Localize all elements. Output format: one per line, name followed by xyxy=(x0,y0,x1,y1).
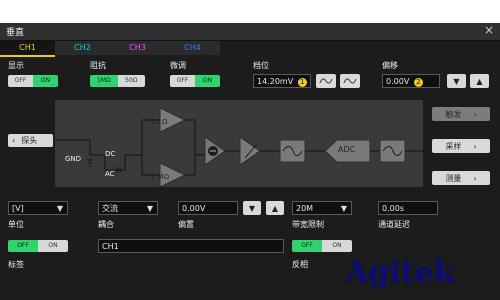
impedance-toggle[interactable]: 1MΩ 50Ω xyxy=(90,75,145,87)
probe-label: 探头 xyxy=(21,136,38,145)
wave-icon xyxy=(343,78,357,84)
tag-off: OFF xyxy=(8,240,38,252)
offset-marker: 2 xyxy=(413,78,423,87)
dc-label: DC xyxy=(105,150,116,158)
r50-label: 50 Ω xyxy=(151,118,168,126)
title-bar: 垂直 × xyxy=(0,23,500,41)
offset-down-button[interactable]: ▼ xyxy=(447,74,466,88)
chevron-right-icon: › xyxy=(473,141,477,151)
gnd-label: GND xyxy=(65,155,82,163)
coupling-label: 耦合 xyxy=(98,220,114,229)
wave-icon xyxy=(319,78,333,84)
tag-input[interactable]: CH1 xyxy=(98,239,284,253)
signal-path-diagram: GND DC AC 50 Ω 1 MΩ ADC xyxy=(55,100,423,188)
bias-label: 偏置 xyxy=(178,220,194,229)
chevron-right-icon: › xyxy=(473,109,477,119)
display-label: 显示 xyxy=(8,61,24,70)
measure-label: 测量 xyxy=(445,173,462,183)
ac-label: AC xyxy=(105,170,115,178)
tab-ch2[interactable]: CH2 xyxy=(55,41,110,55)
tab-ch4-label: CH4 xyxy=(184,43,201,52)
fine-toggle[interactable]: OFF ON xyxy=(170,75,220,87)
tag-label: 标签 xyxy=(8,260,24,269)
offset-value: 0.00V xyxy=(386,77,410,86)
brand-text: Agitek xyxy=(345,255,455,290)
probe-button[interactable]: ‹ 探头 xyxy=(8,134,53,147)
channel-tabs: CH1 CH2 CH3 CH4 xyxy=(0,41,220,57)
trigger-button[interactable]: 触发 › xyxy=(432,107,490,121)
impedance-50: 50Ω xyxy=(117,75,145,87)
tab-ch3-label: CH3 xyxy=(129,43,146,52)
scale-marker: 1 xyxy=(297,78,307,87)
display-on: ON xyxy=(33,75,58,87)
close-icon[interactable]: × xyxy=(484,23,494,37)
sample-label: 采样 xyxy=(445,141,462,151)
scale-value: 14.20mV xyxy=(257,77,294,86)
tag-toggle[interactable]: OFF ON xyxy=(8,240,68,252)
tab-ch3[interactable]: CH3 xyxy=(110,41,165,55)
bandwidth-value: 20M xyxy=(296,204,314,213)
delay-input[interactable]: 0.00s xyxy=(378,201,438,215)
tag-on: ON xyxy=(38,240,68,252)
unit-value: [V] xyxy=(12,204,24,213)
triangle-down-icon: ▼ xyxy=(453,76,460,86)
caret-down-icon: ▼ xyxy=(146,204,153,213)
scale-label: 档位 xyxy=(253,61,269,70)
bias-up-button[interactable]: ▲ xyxy=(266,201,284,215)
delay-label: 通道延迟 xyxy=(378,220,410,229)
measure-button[interactable]: 测量 › xyxy=(432,171,490,185)
delay-value: 0.00s xyxy=(382,204,404,213)
tag-value: CH1 xyxy=(102,242,119,251)
fine-off: OFF xyxy=(170,75,195,87)
tab-ch2-label: CH2 xyxy=(74,43,91,52)
bias-down-button[interactable]: ▼ xyxy=(243,201,261,215)
tab-ch4[interactable]: CH4 xyxy=(165,41,220,55)
bias-input[interactable]: 0.00V xyxy=(178,201,238,215)
triangle-down-icon: ▼ xyxy=(248,203,256,213)
unit-label: 单位 xyxy=(8,220,24,229)
offset-label: 偏移 xyxy=(382,61,398,70)
display-off: OFF xyxy=(8,75,33,87)
r1m-label: 1 MΩ xyxy=(151,173,170,181)
tab-ch1-label: CH1 xyxy=(19,43,36,52)
caret-down-icon: ▼ xyxy=(56,204,63,213)
bandwidth-select[interactable]: 20M ▼ xyxy=(292,201,352,215)
fine-label: 微调 xyxy=(170,61,186,70)
impedance-label: 阻抗 xyxy=(90,61,106,70)
sample-button[interactable]: 采样 › xyxy=(432,139,490,153)
offset-up-button[interactable]: ▲ xyxy=(470,74,489,88)
scale-input[interactable]: 14.20mV 1 xyxy=(253,74,311,88)
impedance-1m: 1MΩ xyxy=(90,75,118,87)
triangle-up-icon: ▲ xyxy=(271,203,279,213)
coupling-select[interactable]: 交流 ▼ xyxy=(98,201,158,215)
tab-ch1[interactable]: CH1 xyxy=(0,41,55,57)
invert-label: 反相 xyxy=(292,260,308,269)
bandwidth-label: 带宽限制 xyxy=(292,220,324,229)
triangle-up-icon: ▲ xyxy=(476,76,483,86)
scale-fine-button[interactable] xyxy=(340,74,360,88)
invert-toggle[interactable]: OFF ON xyxy=(292,240,352,252)
display-toggle[interactable]: OFF ON xyxy=(8,75,58,87)
scale-coarse-button[interactable] xyxy=(316,74,336,88)
bias-value: 0.00V xyxy=(182,204,206,213)
chevron-right-icon: › xyxy=(473,173,477,183)
offset-input[interactable]: 0.00V 2 xyxy=(382,74,440,88)
window-title: 垂直 xyxy=(6,28,25,38)
trigger-label: 触发 xyxy=(445,109,462,119)
brand-logo: Agitek xyxy=(345,255,454,290)
chevron-left-icon: ‹ xyxy=(12,136,16,145)
invert-on: ON xyxy=(322,240,352,252)
coupling-value: 交流 xyxy=(102,204,118,213)
unit-select[interactable]: [V] ▼ xyxy=(8,201,68,215)
fine-on: ON xyxy=(195,75,220,87)
invert-off: OFF xyxy=(292,240,322,252)
caret-down-icon: ▼ xyxy=(340,204,347,213)
adc-label: ADC xyxy=(338,145,356,154)
